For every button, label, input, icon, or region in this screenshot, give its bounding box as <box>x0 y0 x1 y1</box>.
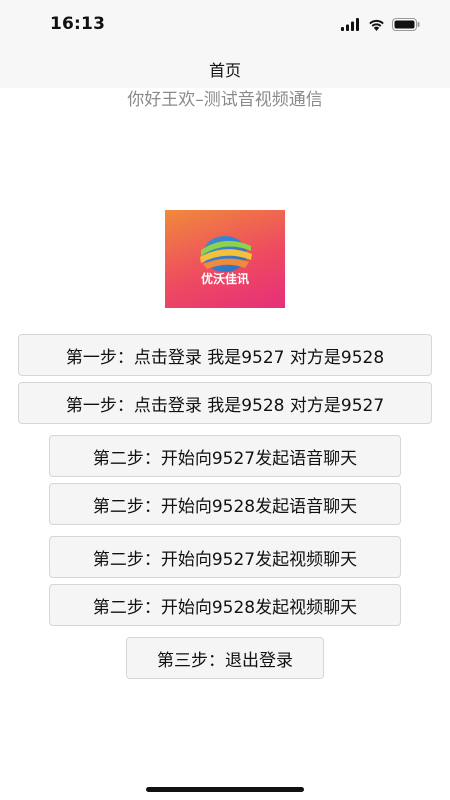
svg-text:优沃佳讯: 优沃佳讯 <box>201 271 249 286</box>
voice-call-9528-button[interactable]: 第二步：开始向9528发起语音聊天 <box>49 483 401 525</box>
logout-button[interactable]: 第三步：退出登录 <box>126 637 324 679</box>
login-as-9527-button[interactable]: 第一步：点击登录 我是9527 对方是9528 <box>18 334 432 376</box>
status-time: 16:13 <box>50 14 106 34</box>
video-call-9528-button[interactable]: 第二步：开始向9528发起视频聊天 <box>49 584 401 626</box>
app-logo: 优沃佳讯 <box>165 210 285 308</box>
battery-icon <box>392 17 420 31</box>
wifi-icon <box>369 19 384 31</box>
home-indicator[interactable] <box>146 787 304 792</box>
cellular-signal-icon <box>341 17 359 31</box>
status-icons <box>341 16 420 32</box>
login-as-9528-button[interactable]: 第一步：点击登录 我是9528 对方是9527 <box>18 382 432 424</box>
status-bar: 16:13 <box>0 0 450 46</box>
voice-call-9527-button[interactable]: 第二步：开始向9527发起语音聊天 <box>49 435 401 477</box>
navigation-bar: 首页 <box>0 46 450 88</box>
video-call-9527-button[interactable]: 第二步：开始向9527发起视频聊天 <box>49 536 401 578</box>
greeting-text: 你好王欢–测试音视频通信 <box>127 90 323 110</box>
page-title: 首页 <box>208 61 241 80</box>
logo-graphic: 优沃佳讯 <box>200 236 252 286</box>
